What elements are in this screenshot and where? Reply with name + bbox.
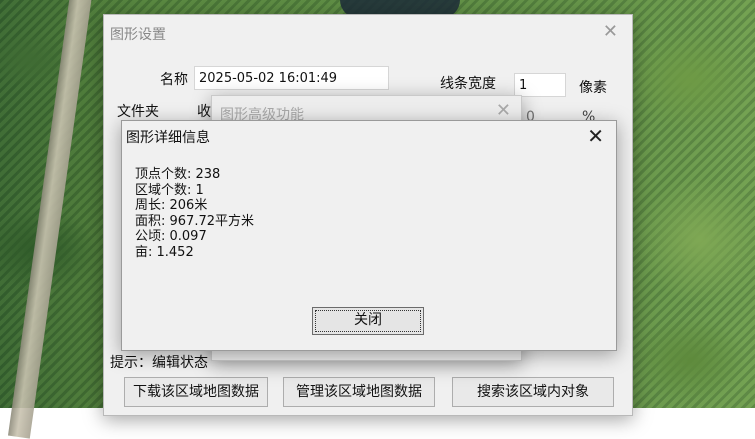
- perimeter: 周长: 206米: [135, 198, 208, 213]
- region-count: 区域个数: 1: [135, 182, 204, 198]
- close-icon[interactable]: ✕: [587, 126, 604, 146]
- name-field[interactable]: 2025-05-02 16:01:49: [194, 66, 389, 90]
- pixel-unit-label: 像素: [579, 80, 607, 96]
- line-width-field[interactable]: 1: [514, 73, 566, 97]
- close-icon[interactable]: ✕: [603, 23, 618, 41]
- details-info: 顶点个数: 238 区域个数: 1 周长: 206米 面积: 967.72平方米…: [135, 167, 254, 260]
- folder-label: 文件夹: [117, 104, 159, 120]
- shape-details-dialog: 图形详细信息 ✕ 顶点个数: 238 区域个数: 1 周长: 206米 面积: …: [121, 120, 617, 351]
- download-map-data-button[interactable]: 下载该区域地图数据: [124, 377, 268, 407]
- mu: 亩: 1.452: [135, 244, 194, 260]
- dialog-title: 图形详细信息: [126, 130, 210, 146]
- vertex-count: 顶点个数: 238: [135, 167, 221, 182]
- dialog-title: 图形设置: [110, 27, 166, 43]
- hint-label: 提示：编辑状态: [110, 355, 208, 371]
- close-icon[interactable]: ✕: [496, 102, 511, 120]
- close-button[interactable]: 关闭: [312, 307, 424, 335]
- line-width-label: 线条宽度: [440, 76, 496, 92]
- manage-map-data-button[interactable]: 管理该区域地图数据: [283, 377, 435, 407]
- folder-value[interactable]: 收: [197, 101, 211, 121]
- search-objects-button[interactable]: 搜索该区域内对象: [452, 377, 614, 407]
- name-label: 名称: [160, 72, 188, 88]
- hectares: 公顷: 0.097: [135, 229, 207, 244]
- area: 面积: 967.72平方米: [135, 213, 254, 229]
